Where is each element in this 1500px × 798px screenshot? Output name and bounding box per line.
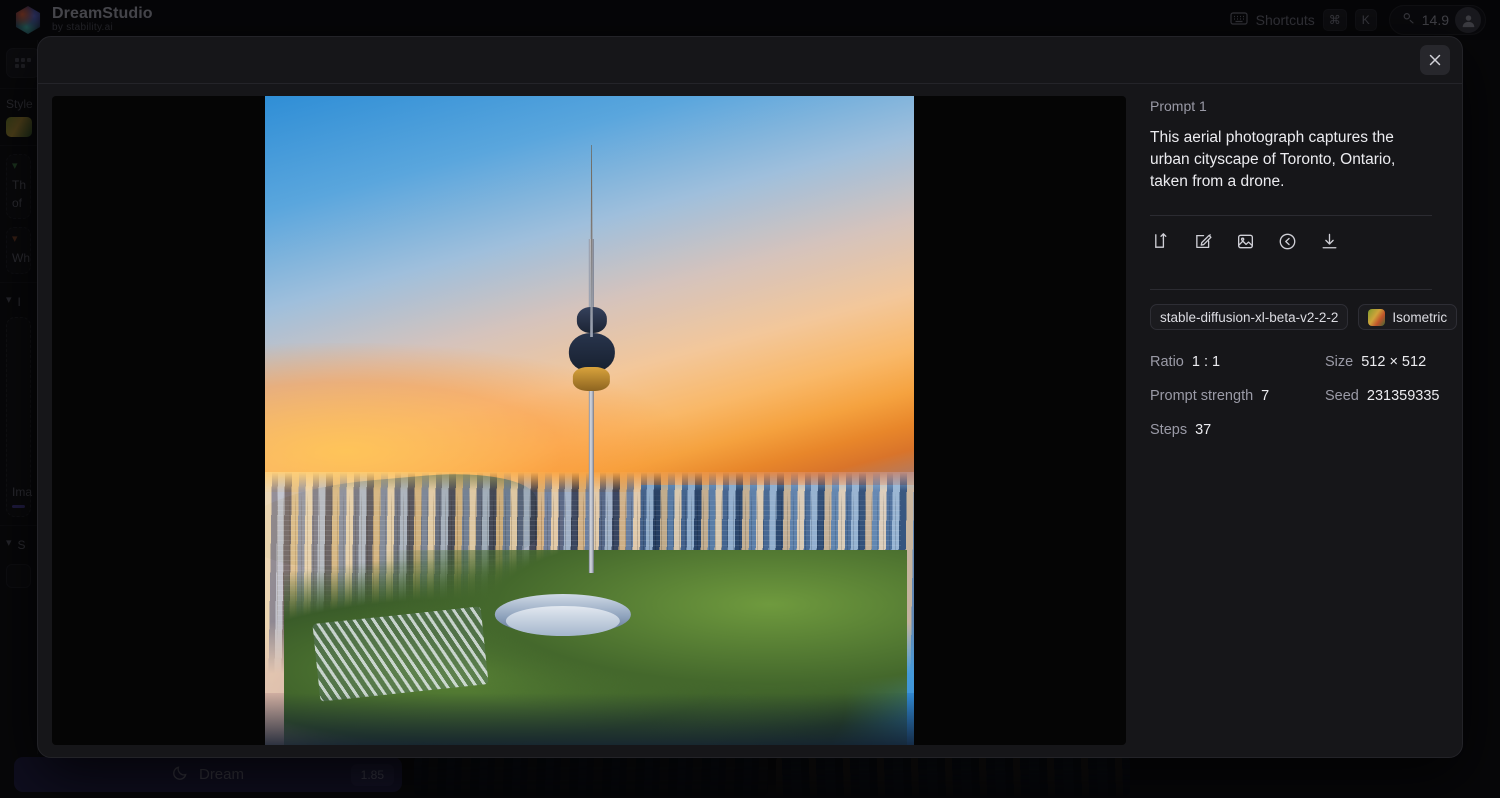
prompt-title: Prompt 1	[1150, 98, 1207, 114]
meta-steps-key: Steps	[1150, 422, 1188, 438]
prompt-text: This aerial photograph captures the urba…	[1150, 129, 1396, 190]
action-row	[1150, 216, 1432, 267]
meta-ratio-value: 1 : 1	[1191, 354, 1221, 370]
meta-prompt-strength-key: Prompt strength	[1150, 388, 1254, 404]
style-tag[interactable]: Isometric	[1358, 304, 1458, 330]
branch-icon[interactable]	[1150, 230, 1172, 252]
model-tag-label: stable-diffusion-xl-beta-v2-2-2	[1160, 309, 1339, 325]
meta-ratio: Ratio 1 : 1	[1150, 354, 1325, 370]
image-cn-tower-main-pod	[568, 333, 615, 372]
meta-seed: Seed 231359335	[1325, 388, 1439, 404]
reuse-settings-icon[interactable]	[1276, 230, 1298, 252]
download-icon[interactable]	[1318, 230, 1340, 252]
meta-ratio-key: Ratio	[1150, 354, 1184, 370]
close-icon[interactable]	[1420, 45, 1450, 75]
image-detail-modal: Prompt 1 This aerial photograph captures…	[37, 36, 1463, 758]
meta-size-key: Size	[1325, 354, 1354, 370]
image-viewer[interactable]	[52, 96, 1126, 745]
meta-grid: Ratio 1 : 1 Size 512 × 512 Prompt streng…	[1150, 354, 1439, 438]
meta-size-value: 512 × 512	[1361, 354, 1427, 370]
meta-steps: Steps 37	[1150, 422, 1325, 438]
style-tag-label: Isometric	[1392, 309, 1448, 325]
meta-tags: stable-diffusion-xl-beta-v2-2-2 Isometri…	[1150, 290, 1458, 336]
meta-seed-key: Seed	[1325, 388, 1359, 404]
meta-prompt-strength-value: 7	[1261, 388, 1270, 404]
image-icon[interactable]	[1234, 230, 1256, 252]
modal-header	[38, 37, 1462, 84]
style-swatch-icon	[1368, 308, 1386, 326]
image-cn-tower-lower-pod	[573, 367, 611, 391]
edit-icon[interactable]	[1192, 230, 1214, 252]
image-cn-tower	[568, 144, 615, 573]
meta-steps-value: 37	[1195, 422, 1212, 438]
image-stadium-dome	[494, 550, 632, 637]
info-panel: Prompt 1 This aerial photograph captures…	[1126, 84, 1462, 757]
meta-size: Size 512 × 512	[1325, 354, 1439, 370]
image-bottom-fade	[264, 693, 914, 745]
image-dome-ring-inner	[505, 605, 621, 637]
meta-prompt-strength: Prompt strength 7	[1150, 388, 1325, 404]
generated-image	[264, 96, 914, 745]
meta-seed-value: 231359335	[1366, 388, 1440, 404]
modal-body: Prompt 1 This aerial photograph captures…	[38, 84, 1462, 757]
model-tag[interactable]: stable-diffusion-xl-beta-v2-2-2	[1150, 304, 1349, 330]
